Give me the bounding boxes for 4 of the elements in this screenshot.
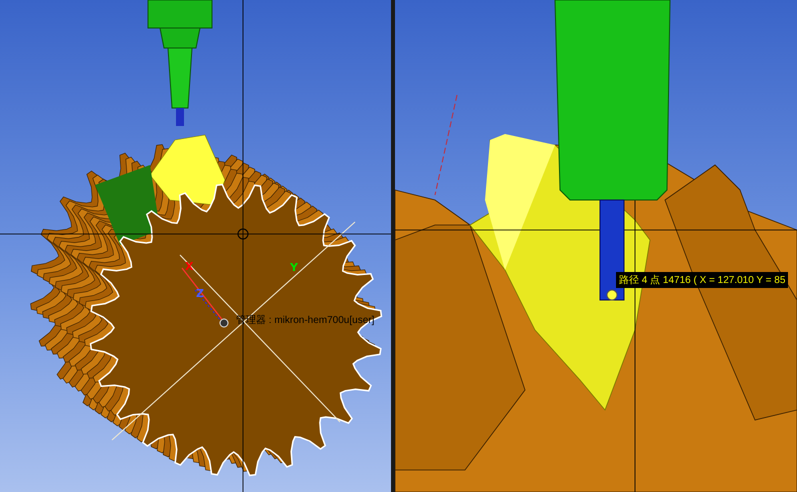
position-tooltip: 路径 4 点 14716 ( X = 127.010 Y = 85 — [616, 272, 788, 288]
axis-label: Y — [290, 261, 298, 274]
crosshair-icon — [238, 228, 248, 240]
axis-label: Z — [196, 287, 204, 300]
